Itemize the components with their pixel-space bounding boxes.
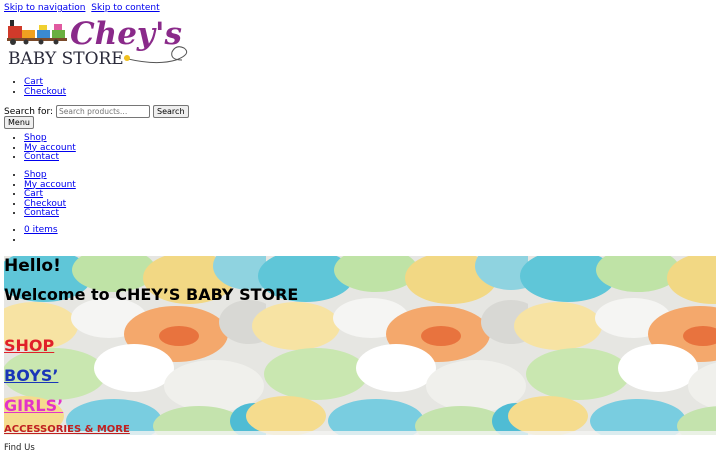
menu-toggle-button[interactable]: Menu [4,116,34,129]
header-cart-links: Cart Checkout [4,77,66,98]
search-label: Search for: [4,106,54,117]
handheld-item-shop[interactable]: Shop [24,170,47,180]
menu-item-my-account[interactable]: My account [24,143,76,153]
menu-item-contact[interactable]: Contact [24,152,59,162]
menu-item-shop[interactable]: Shop [24,133,47,143]
list-item: 0 items [24,225,58,236]
list-item: Contact [24,209,76,219]
girls-link[interactable]: GIRLS’ [4,396,63,415]
boys-link[interactable]: BOYS’ [4,366,58,385]
primary-menu: Shop My account Contact [4,133,76,163]
accessories-link[interactable]: ACCESSORIES & MORE [4,424,130,435]
logo-text-baby-store: BABY STORE [8,49,124,68]
cart-link[interactable]: Cart [24,77,43,87]
checkout-link[interactable]: Checkout [24,87,66,97]
list-item: Checkout [24,87,66,98]
skip-to-navigation-link[interactable]: Skip to navigation [4,3,85,13]
search-button[interactable]: Search [153,105,189,118]
shop-link[interactable]: SHOP [4,336,54,355]
footer-find-us-heading: Find Us [4,443,35,453]
hero-hello-heading: Hello! [4,256,61,276]
hero-welcome-heading: Welcome to CHEY’S BABY STORE [4,285,299,304]
search-input[interactable] [56,105,151,118]
store-logo[interactable]: Chey's BABY STORE [6,14,194,69]
skip-to-content-link[interactable]: Skip to content [91,3,159,13]
skip-links: Skip to navigation Skip to content [4,3,163,13]
logo-text-cheys: Chey's [70,16,182,52]
site-header-cart: 0 items [4,225,58,246]
handheld-item-my-account[interactable]: My account [24,180,76,190]
list-item: Contact [24,152,76,163]
handheld-item-checkout[interactable]: Checkout [24,199,66,209]
handheld-menu: Shop My account Cart Checkout Contact [4,170,76,219]
handheld-item-contact[interactable]: Contact [24,208,59,219]
hero-banner: Hello! Welcome to CHEY’S BABY STORE SHOP… [4,256,716,435]
handheld-item-cart[interactable]: Cart [24,189,43,199]
cart-contents-link[interactable]: 0 items [24,225,58,235]
train-logo-image: Chey's BABY STORE [7,16,188,69]
list-item [24,236,58,246]
